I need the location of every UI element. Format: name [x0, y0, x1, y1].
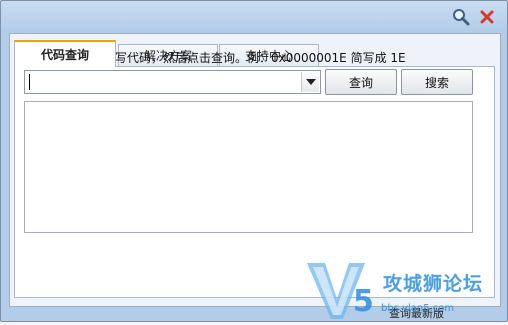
code-input-combobox[interactable] [24, 70, 321, 94]
search-icon[interactable] [451, 7, 471, 27]
title-bar [1, 1, 507, 33]
watermark-title: 攻城狮论坛 [383, 273, 484, 295]
query-button[interactable]: 查询 [325, 69, 397, 95]
watermark-logo: 5 攻城狮论坛 bbs.vlan5.com [303, 255, 508, 322]
svg-text:5: 5 [353, 284, 374, 319]
close-icon[interactable] [477, 7, 497, 27]
text-caret [29, 74, 30, 90]
tab-code-query[interactable]: 代码查询 [14, 40, 116, 67]
result-textarea[interactable] [24, 101, 473, 233]
search-button[interactable]: 搜索 [401, 69, 473, 95]
watermark-v5-icon: 5 [307, 263, 374, 319]
dropdown-arrow-icon[interactable] [301, 72, 319, 92]
watermark-url: bbs.vlan5.com [381, 303, 455, 314]
